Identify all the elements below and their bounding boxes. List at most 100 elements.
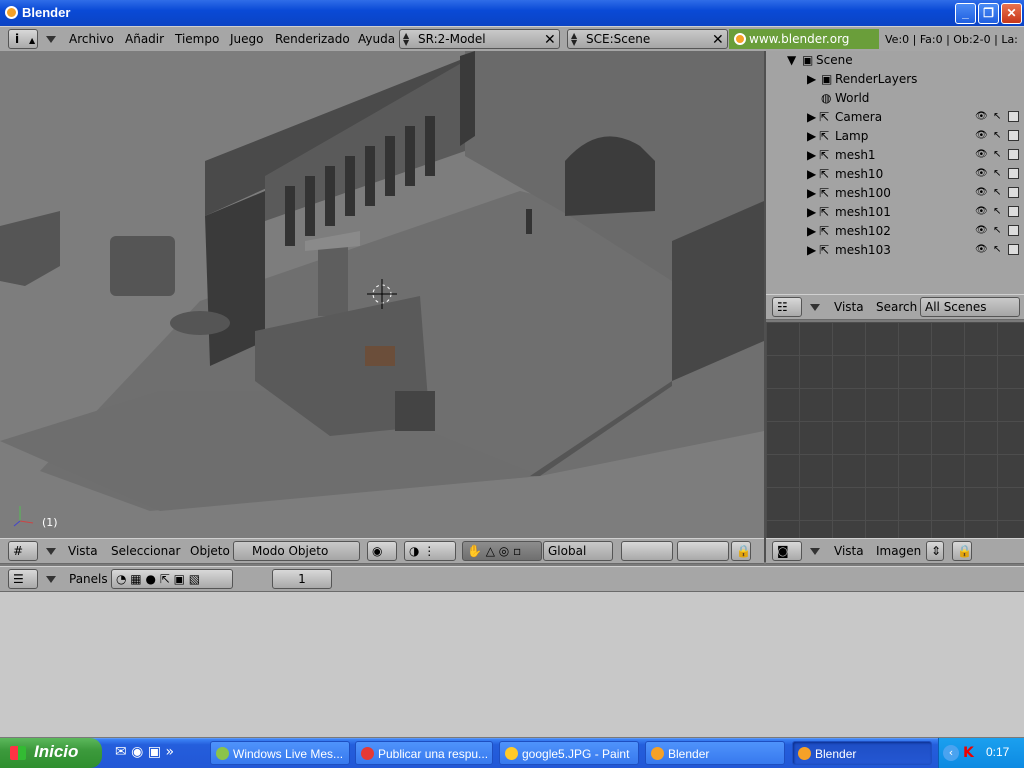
orientation-selector[interactable]: Global bbox=[543, 541, 613, 561]
select-icon[interactable]: ↖ bbox=[993, 111, 1001, 122]
outliner-row-scene[interactable]: ▼ ▣ Scene bbox=[780, 51, 1024, 70]
render-icon[interactable] bbox=[1008, 225, 1019, 236]
layer-buttons-1[interactable] bbox=[621, 541, 673, 561]
viewport-header-collapse-icon[interactable] bbox=[46, 548, 56, 555]
start-button[interactable]: Inicio bbox=[0, 738, 102, 768]
outliner-row-world[interactable]: ◍ World bbox=[780, 89, 1024, 108]
task-label: Blender bbox=[815, 747, 857, 761]
kaspersky-icon[interactable]: K bbox=[963, 745, 974, 761]
task-blender-2[interactable]: Blender bbox=[792, 741, 932, 765]
close-button[interactable]: ✕ bbox=[1001, 3, 1022, 24]
render-icon[interactable] bbox=[1008, 187, 1019, 198]
buttons-window[interactable] bbox=[0, 592, 1024, 737]
layer-buttons-2[interactable] bbox=[677, 541, 729, 561]
machine-box bbox=[365, 346, 395, 366]
menu-vista[interactable]: Vista bbox=[68, 544, 98, 558]
menu-renderizado[interactable]: Renderizado bbox=[275, 32, 350, 46]
select-icon[interactable]: ↖ bbox=[993, 168, 1001, 179]
image-lock-button[interactable]: 🔒 bbox=[952, 541, 972, 561]
task-windows-live[interactable]: Windows Live Mes... bbox=[210, 741, 350, 765]
visibility-icon[interactable]: 👁 bbox=[975, 111, 988, 122]
outliner[interactable]: ▼ ▣ Scene ▶ ▣ RenderLayers ◍ World ▶ ⇱ Camera 👁 ↖… bbox=[780, 51, 1024, 294]
maximize-button[interactable]: ❐ bbox=[978, 3, 999, 24]
menu-tiempo[interactable]: Tiempo bbox=[175, 32, 219, 46]
paint-icon bbox=[505, 747, 518, 760]
menu-ayuda[interactable]: Ayuda bbox=[358, 32, 395, 46]
frame-number-field[interactable]: 1 bbox=[272, 569, 332, 589]
screen-selector[interactable]: ▲ ▼ SR:2-Model ✕ bbox=[399, 29, 560, 49]
visibility-icon[interactable]: 👁 bbox=[975, 206, 988, 217]
menu-objeto[interactable]: Objeto bbox=[190, 544, 230, 558]
render-icon[interactable] bbox=[1008, 168, 1019, 179]
outliner-row-renderlayers[interactable]: ▶ ▣ RenderLayers bbox=[780, 70, 1024, 89]
quick-launch-icons[interactable]: ✉ ◉ ▣ » bbox=[115, 744, 174, 760]
visibility-icon[interactable]: 👁 bbox=[975, 244, 988, 255]
mode-selector[interactable]: Modo Objeto bbox=[233, 541, 360, 561]
delete-scene-icon[interactable]: ✕ bbox=[712, 31, 724, 48]
3d-viewport[interactable]: (1) bbox=[0, 51, 764, 538]
outliner-row-mesh100[interactable]: ▶ ⇱ mesh100 👁 ↖ bbox=[780, 184, 1024, 203]
visibility-icon[interactable]: 👁 bbox=[975, 187, 988, 198]
outliner-row-mesh1[interactable]: ▶ ⇱ mesh1 👁 ↖ bbox=[780, 146, 1024, 165]
lock-layer-button[interactable]: 🔒 bbox=[731, 541, 751, 561]
visibility-icon[interactable]: 👁 bbox=[975, 130, 988, 141]
render-icon[interactable] bbox=[1008, 111, 1019, 122]
select-icon[interactable]: ↖ bbox=[993, 206, 1001, 217]
minimize-button[interactable]: _ bbox=[955, 3, 976, 24]
menu-anadir[interactable]: Añadir bbox=[125, 32, 164, 46]
visibility-icon[interactable]: 👁 bbox=[975, 149, 988, 160]
info-window-type-button[interactable]: i ▲ bbox=[8, 29, 38, 49]
scene-selector[interactable]: ▲ ▼ SCE:Scene ✕ bbox=[567, 29, 728, 49]
outliner-header-collapse-icon[interactable] bbox=[810, 304, 820, 311]
outliner-scrollbar[interactable] bbox=[766, 51, 780, 294]
render-icon[interactable] bbox=[1008, 149, 1019, 160]
tray-expand-icon[interactable]: ‹ bbox=[943, 745, 959, 761]
image-menu-vista[interactable]: Vista bbox=[834, 544, 864, 558]
outliner-row-mesh10[interactable]: ▶ ⇱ mesh10 👁 ↖ bbox=[780, 165, 1024, 184]
outliner-menu-search[interactable]: Search bbox=[876, 300, 917, 314]
select-icon[interactable]: ↖ bbox=[993, 225, 1001, 236]
image-editor-window-type-button[interactable]: ◙ bbox=[772, 541, 802, 561]
blender-icon bbox=[798, 747, 811, 760]
outliner-menu-vista[interactable]: Vista bbox=[834, 300, 864, 314]
outliner-row-mesh102[interactable]: ▶ ⇱ mesh102 👁 ↖ bbox=[780, 222, 1024, 241]
menu-seleccionar[interactable]: Seleccionar bbox=[111, 544, 180, 558]
outliner-row-mesh101[interactable]: ▶ ⇱ mesh101 👁 ↖ bbox=[780, 203, 1024, 222]
pivot-button[interactable]: ◑ ⋮ bbox=[404, 541, 456, 561]
scenes-selector[interactable]: All Scenes bbox=[920, 297, 1020, 317]
visibility-icon[interactable]: 👁 bbox=[975, 168, 988, 179]
screen-name: SR:2-Model bbox=[418, 32, 486, 46]
select-icon[interactable]: ↖ bbox=[993, 244, 1001, 255]
window-title: Blender bbox=[22, 5, 71, 20]
render-icon[interactable] bbox=[1008, 206, 1019, 217]
select-icon[interactable]: ↖ bbox=[993, 130, 1001, 141]
buttons-header: ☰ Panels ◔ ▦ ● ⇱ ▣ ▧ 1 bbox=[0, 566, 1024, 592]
select-icon[interactable]: ↖ bbox=[993, 187, 1001, 198]
mode-value: Modo Objeto bbox=[252, 544, 329, 558]
render-icon[interactable] bbox=[1008, 130, 1019, 141]
header-collapse-icon[interactable] bbox=[46, 36, 56, 43]
image-browse-button[interactable]: ⇕ bbox=[926, 541, 944, 561]
outliner-row-lamp[interactable]: ▶ ⇱ Lamp 👁 ↖ bbox=[780, 127, 1024, 146]
image-editor-header-collapse-icon[interactable] bbox=[810, 548, 820, 555]
image-menu-imagen[interactable]: Imagen bbox=[876, 544, 921, 558]
visibility-icon[interactable]: 👁 bbox=[975, 225, 988, 236]
buttons-window-type-button[interactable]: ☰ bbox=[8, 569, 38, 589]
task-blender-1[interactable]: Blender bbox=[645, 741, 785, 765]
menu-juego[interactable]: Juego bbox=[230, 32, 264, 46]
buttons-header-collapse-icon[interactable] bbox=[46, 576, 56, 583]
outliner-row-camera[interactable]: ▶ ⇱ Camera 👁 ↖ bbox=[780, 108, 1024, 127]
menu-archivo[interactable]: Archivo bbox=[69, 32, 114, 46]
image-editor[interactable] bbox=[766, 322, 1024, 538]
outliner-row-mesh103[interactable]: ▶ ⇱ mesh103 👁 ↖ bbox=[780, 241, 1024, 260]
draw-type-button[interactable]: ◉ bbox=[367, 541, 397, 561]
render-icon[interactable] bbox=[1008, 244, 1019, 255]
task-paint[interactable]: google5.JPG - Paint bbox=[499, 741, 639, 765]
select-icon[interactable]: ↖ bbox=[993, 149, 1001, 160]
manipulator-buttons[interactable]: ✋ △ ◎ ▫ bbox=[462, 541, 542, 561]
viewport-window-type-button[interactable]: # bbox=[8, 541, 38, 561]
panel-context-buttons[interactable]: ◔ ▦ ● ⇱ ▣ ▧ bbox=[111, 569, 233, 589]
delete-screen-icon[interactable]: ✕ bbox=[544, 31, 556, 48]
task-publicar[interactable]: Publicar una respu... bbox=[355, 741, 493, 765]
outliner-window-type-button[interactable]: ☷ bbox=[772, 297, 802, 317]
